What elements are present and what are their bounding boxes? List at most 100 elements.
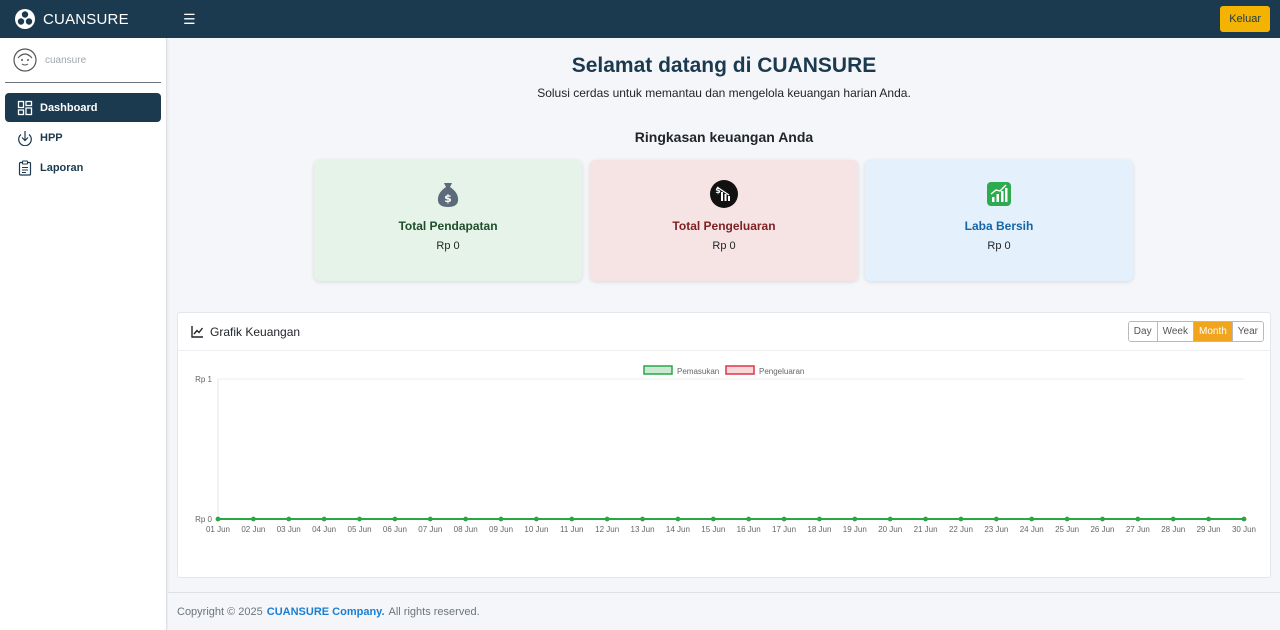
range-selector: Day Week Month Year (1127, 321, 1264, 342)
data-point (675, 516, 681, 522)
brand-logo-icon (15, 9, 35, 29)
data-point (711, 516, 716, 522)
data-point (215, 516, 221, 522)
card-title: Total Pendapatan (398, 219, 498, 233)
legend-swatch (725, 365, 755, 375)
footer-company-link[interactable]: CUANSURE Company. (267, 606, 385, 618)
x-tick-label: 23 Jun (984, 525, 1008, 534)
footer-rights: All rights reserved. (388, 605, 480, 618)
x-tick-label: 24 Jun (1020, 525, 1044, 534)
data-point (1064, 516, 1070, 522)
brand-name: CUANSURE (43, 10, 129, 28)
brand[interactable]: CUANSURE (0, 0, 167, 38)
x-tick-label: 04 Jun (312, 525, 336, 534)
user-name: cuansure (45, 54, 87, 66)
x-tick-label: 02 Jun (241, 525, 265, 534)
sidebar-nav: Dashboard HPP Laporan (0, 93, 166, 182)
range-button-day[interactable]: Day (1128, 322, 1157, 341)
data-point (569, 516, 575, 522)
data-point (1170, 516, 1176, 522)
legend-label: Pengeluaran (759, 367, 804, 376)
x-tick-label: 20 Jun (878, 525, 902, 534)
x-tick-label: 29 Jun (1197, 525, 1221, 534)
user-panel[interactable]: cuansure (5, 38, 161, 83)
range-button-month[interactable]: Month (1192, 322, 1232, 341)
x-tick-label: 18 Jun (807, 525, 831, 534)
x-tick-label: 19 Jun (843, 525, 867, 534)
data-point (1029, 516, 1035, 522)
data-point (852, 516, 858, 522)
sidebar-item-dashboard[interactable]: Dashboard (5, 93, 161, 122)
data-point (1100, 516, 1105, 522)
svg-text:$: $ (444, 192, 452, 205)
data-point (463, 516, 468, 522)
data-point (251, 516, 256, 522)
x-tick-label: 10 Jun (524, 525, 548, 534)
data-point (1135, 516, 1141, 522)
data-point (817, 516, 822, 522)
sidebar: cuansure Dashboard HPP Laporan (0, 38, 167, 630)
card-value: Rp 0 (987, 240, 1011, 252)
chart-title: Grafik Keuangan (210, 324, 301, 339)
line-chart-icon (191, 326, 204, 338)
data-point (994, 516, 999, 522)
x-tick-label: 26 Jun (1090, 525, 1114, 534)
money-bag-icon: $ (437, 183, 459, 207)
card-total-pengeluaran: $ Total Pengeluaran Rp 0 (590, 160, 858, 281)
data-point (958, 516, 964, 522)
download-circle-icon (18, 130, 32, 146)
data-point (357, 516, 362, 522)
sidebar-item-label: Laporan (40, 161, 84, 174)
card-total-pendapatan: $ Total Pendapatan Rp 0 (314, 160, 582, 281)
x-tick-label: 08 Jun (454, 525, 478, 534)
x-tick-label: 09 Jun (489, 525, 513, 534)
data-point (746, 516, 751, 522)
y-tick-label: Rp 0 (195, 515, 212, 524)
x-tick-label: 16 Jun (737, 525, 761, 534)
x-tick-label: 14 Jun (666, 525, 690, 534)
summary-heading: Ringkasan keuangan Anda (634, 129, 814, 145)
card-laba-bersih: Laba Bersih Rp 0 (865, 160, 1133, 281)
x-tick-label: 27 Jun (1126, 525, 1150, 534)
x-tick-label: 01 Jun (206, 525, 230, 534)
x-tick-label: 25 Jun (1055, 525, 1079, 534)
x-tick-label: 03 Jun (277, 525, 301, 534)
x-tick-label: 05 Jun (348, 525, 372, 534)
card-title: Total Pengeluaran (672, 219, 776, 233)
bars-icon[interactable]: ☰ (183, 11, 196, 28)
data-point (640, 516, 645, 522)
clipboard-icon (18, 159, 32, 176)
x-tick-label: 22 Jun (949, 525, 973, 534)
sidebar-item-label: HPP (40, 131, 63, 144)
card-value: Rp 0 (436, 240, 460, 252)
range-button-year[interactable]: Year (1231, 322, 1263, 341)
sidebar-item-laporan[interactable]: Laporan (5, 153, 161, 182)
finance-line-chart: Pemasukan Pengeluaran Rp 1 Rp 001 Jun 02 Jun… (195, 365, 1256, 534)
x-tick-label: 30 Jun (1232, 525, 1256, 534)
sidebar-item-hpp[interactable]: HPP (5, 123, 161, 152)
y-tick-label: Rp 1 (195, 375, 212, 384)
data-point (427, 516, 433, 522)
chart-panel: Grafik Keuangan Day Week Month Year Pema… (177, 312, 1271, 578)
x-tick-label: 07 Jun (418, 525, 442, 534)
range-button-week[interactable]: Week (1156, 322, 1193, 341)
sidebar-item-label: Dashboard (40, 101, 98, 114)
chart-header: Grafik Keuangan (178, 313, 1270, 351)
x-tick-label: 28 Jun (1161, 525, 1185, 534)
data-point (604, 516, 610, 522)
card-value: Rp 0 (712, 240, 736, 252)
data-point (1206, 516, 1211, 522)
page-subtitle: Solusi cerdas untuk memantau dan mengelo… (537, 86, 911, 100)
growth-chart-icon (987, 182, 1011, 206)
x-tick-label: 13 Jun (631, 525, 655, 534)
x-tick-label: 17 Jun (772, 525, 796, 534)
data-point (781, 516, 787, 522)
logout-button[interactable]: Keluar (1220, 6, 1270, 32)
top-navbar: CUANSURE ☰ Keluar (0, 0, 1280, 38)
avatar (13, 48, 37, 72)
data-point (1241, 516, 1247, 522)
card-title: Laba Bersih (964, 219, 1034, 233)
legend-swatch (643, 365, 673, 375)
data-point (392, 516, 398, 522)
page-title: Selamat datang di CUANSURE (571, 54, 877, 77)
